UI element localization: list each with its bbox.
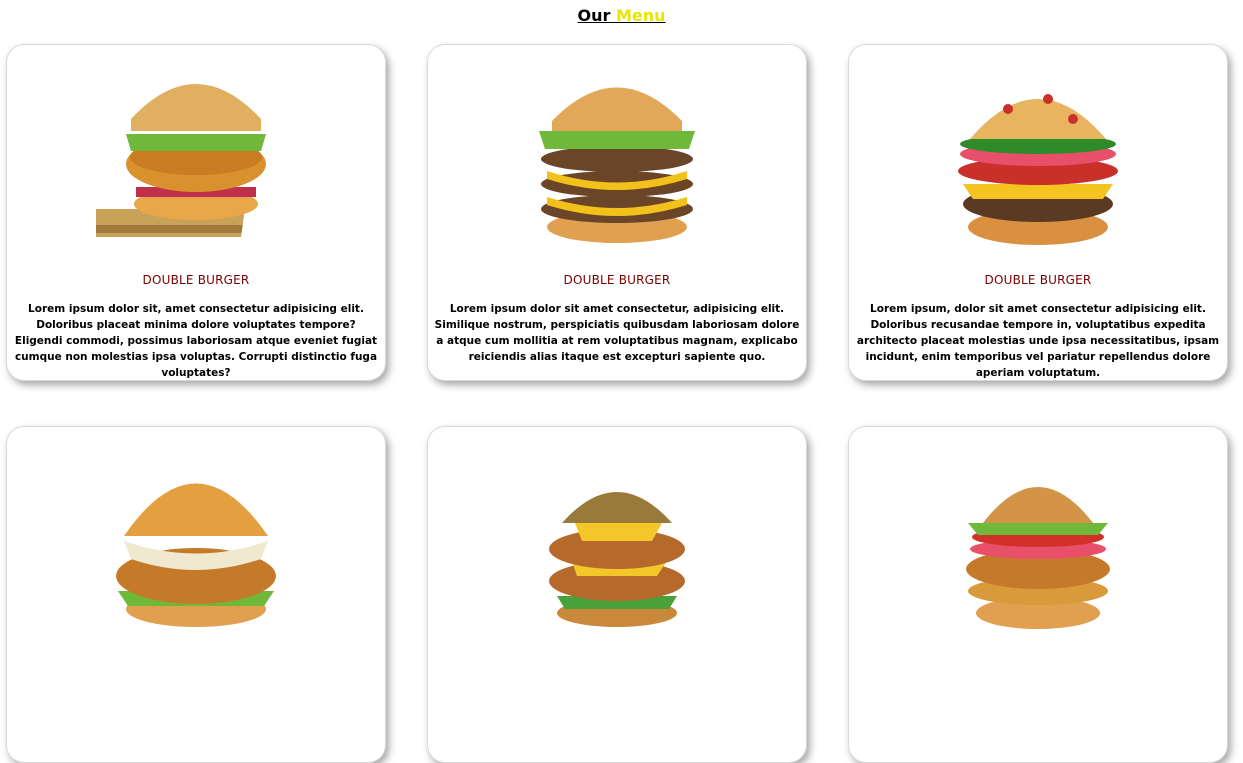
burger-image (849, 441, 1227, 651)
burger-image (7, 59, 385, 269)
page-title-word-1: Our (577, 6, 611, 25)
menu-card[interactable] (427, 426, 807, 763)
menu-card[interactable] (6, 426, 386, 763)
burger-image (849, 59, 1227, 269)
card-title: DOUBLE BURGER (984, 273, 1092, 287)
menu-card[interactable]: DOUBLE BURGER Lorem ipsum dolor sit amet… (427, 44, 807, 381)
page-title-word-2: Menu (615, 6, 666, 25)
card-description: Lorem ipsum, dolor sit amet consectetur … (856, 303, 1220, 379)
burger-image (7, 441, 385, 651)
burger-image (428, 441, 806, 651)
card-description: Lorem ipsum dolor sit, amet consectetur … (14, 303, 378, 379)
menu-card[interactable]: DOUBLE BURGER Lorem ipsum dolor sit, ame… (6, 44, 386, 381)
page-title: Our Menu (0, 6, 1243, 25)
card-title: DOUBLE BURGER (563, 273, 671, 287)
menu-card[interactable] (848, 426, 1228, 763)
burger-image (428, 59, 806, 269)
menu-card[interactable]: DOUBLE BURGER Lorem ipsum, dolor sit ame… (848, 44, 1228, 381)
card-title: DOUBLE BURGER (142, 273, 250, 287)
card-description: Lorem ipsum dolor sit amet consectetur, … (434, 303, 800, 363)
